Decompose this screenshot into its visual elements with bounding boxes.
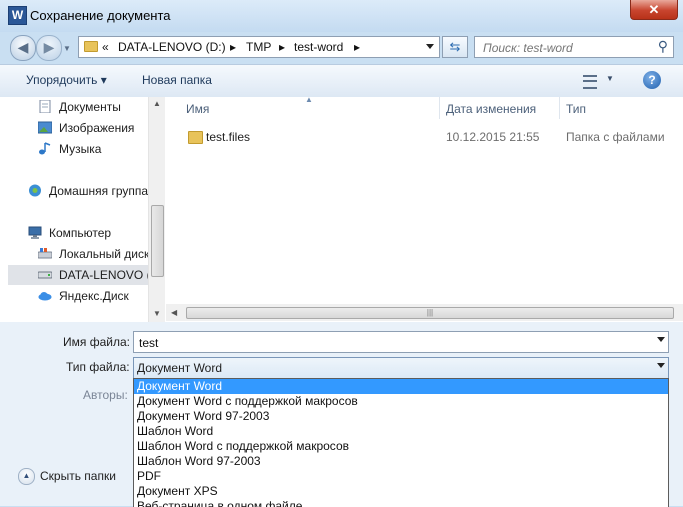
breadcrumb-separator[interactable]: ▸ bbox=[230, 40, 236, 54]
filename-input[interactable] bbox=[137, 333, 641, 353]
scrollbar-thumb[interactable] bbox=[151, 205, 164, 277]
column-header-name[interactable]: Имя bbox=[186, 102, 209, 116]
nav-item-music[interactable]: Музыка bbox=[8, 139, 148, 159]
nav-item-yandex-disk[interactable]: Яндекс.Диск bbox=[8, 286, 148, 306]
column-header-date[interactable]: Дата изменения bbox=[446, 102, 536, 116]
authors-label: Авторы: bbox=[83, 388, 128, 402]
filetype-option[interactable]: Документ Word с поддержкой макросов bbox=[134, 394, 668, 409]
file-name[interactable]: test.files bbox=[206, 130, 250, 144]
filetype-selected-value: Документ Word bbox=[137, 361, 223, 375]
nav-item-label: Изображения bbox=[59, 121, 135, 135]
nav-item-label: Локальный диск bbox=[59, 247, 148, 261]
file-list-horizontal-scrollbar[interactable]: ◀ ||| bbox=[166, 304, 683, 321]
nav-item-label: Музыка bbox=[59, 142, 102, 156]
file-type: Папка с файлами bbox=[566, 130, 665, 144]
search-icon[interactable]: ⚲ bbox=[658, 38, 668, 55]
address-dropdown-icon[interactable] bbox=[426, 44, 434, 49]
column-divider[interactable] bbox=[559, 97, 560, 119]
filetype-select[interactable]: Документ Word bbox=[133, 357, 669, 379]
scrollbar-thumb[interactable]: ||| bbox=[186, 307, 674, 319]
sort-ascending-icon: ▲ bbox=[305, 95, 313, 104]
organize-button[interactable]: Упорядочить ▾ bbox=[26, 73, 107, 87]
new-folder-button[interactable]: Новая папка bbox=[142, 73, 212, 87]
window-title: Сохранение документа bbox=[30, 8, 171, 23]
column-header-type[interactable]: Тип bbox=[566, 102, 586, 116]
filetype-option[interactable]: Документ Word bbox=[134, 379, 668, 394]
breadcrumb-tmp[interactable]: TMP bbox=[246, 40, 271, 54]
filetype-option[interactable]: Шаблон Word bbox=[134, 424, 668, 439]
file-date: 10.12.2015 21:55 bbox=[446, 130, 540, 144]
nav-pane-scrollbar[interactable]: ▲ ▼ bbox=[148, 97, 165, 322]
nav-item-pictures[interactable]: Изображения bbox=[8, 118, 148, 138]
filetype-option[interactable]: Шаблон Word 97-2003 bbox=[134, 454, 668, 469]
homegroup-icon bbox=[28, 184, 42, 197]
nav-item-local-disk[interactable]: Локальный диск bbox=[8, 244, 148, 264]
filename-field[interactable] bbox=[133, 331, 669, 353]
drive-icon bbox=[37, 268, 53, 281]
nav-item-computer[interactable]: Компьютер bbox=[8, 223, 148, 243]
breadcrumb-test-word[interactable]: test-word bbox=[294, 40, 343, 54]
nav-item-data-lenovo[interactable]: DATA-LENOVO ( bbox=[8, 265, 148, 285]
refresh-button[interactable]: ⇆ bbox=[442, 36, 468, 58]
command-toolbar: Упорядочить ▾ Новая папка ▼ ? bbox=[0, 64, 683, 98]
nav-item-label: Компьютер bbox=[49, 226, 112, 240]
search-box[interactable]: ⚲ bbox=[474, 36, 674, 58]
filetype-label: Тип файла: bbox=[66, 360, 130, 374]
filename-label: Имя файла: bbox=[63, 335, 130, 349]
nav-item-label: DATA-LENOVO ( bbox=[59, 268, 148, 282]
filetype-option[interactable]: Шаблон Word с поддержкой макросов bbox=[134, 439, 668, 454]
title-bar: W Сохранение документа ✕ bbox=[0, 0, 683, 32]
search-input[interactable] bbox=[481, 38, 645, 58]
column-divider[interactable] bbox=[439, 97, 440, 119]
word-app-icon: W bbox=[8, 6, 27, 25]
hide-folders-label: Скрыть папки bbox=[40, 469, 116, 483]
filename-dropdown-icon[interactable] bbox=[657, 337, 665, 342]
nav-item-label: Домашняя группа bbox=[49, 184, 148, 198]
pictures-icon bbox=[37, 121, 53, 134]
scroll-left-icon[interactable]: ◀ bbox=[171, 308, 177, 317]
nav-item-label: Яндекс.Диск bbox=[59, 289, 129, 303]
collapse-icon: ▲ bbox=[18, 468, 35, 485]
folder-icon bbox=[188, 131, 203, 144]
folder-icon bbox=[84, 41, 98, 52]
breadcrumb-separator[interactable]: ▸ bbox=[279, 40, 285, 54]
documents-icon bbox=[38, 99, 52, 114]
cloud-icon bbox=[38, 289, 52, 302]
back-button[interactable]: ◀ bbox=[10, 35, 36, 61]
nav-item-homegroup[interactable]: Домашняя группа bbox=[8, 181, 148, 201]
close-button[interactable]: ✕ bbox=[630, 0, 678, 20]
navigation-pane: Документы Изображения Музыка Домашняя гр… bbox=[8, 97, 148, 322]
recent-pages-dropdown-icon[interactable]: ▼ bbox=[63, 44, 71, 53]
music-icon bbox=[38, 142, 52, 155]
forward-button[interactable]: ▶ bbox=[36, 35, 62, 61]
filetype-dropdown-list: Документ Word Документ Word с поддержкой… bbox=[133, 378, 669, 507]
nav-item-documents[interactable]: Документы bbox=[8, 97, 148, 117]
filetype-option[interactable]: Документ Word 97-2003 bbox=[134, 409, 668, 424]
breadcrumb-overflow[interactable]: « bbox=[102, 40, 109, 54]
filetype-option[interactable]: Документ XPS bbox=[134, 484, 668, 499]
breadcrumb-drive[interactable]: DATA-LENOVO (D:) bbox=[118, 40, 226, 54]
address-bar[interactable]: « DATA-LENOVO (D:) ▸ TMP ▸ test-word ▸ bbox=[78, 36, 440, 58]
view-dropdown-icon[interactable]: ▼ bbox=[606, 74, 614, 83]
filetype-dropdown-icon[interactable] bbox=[657, 363, 665, 368]
nav-item-label: Документы bbox=[59, 100, 121, 114]
scroll-up-icon[interactable]: ▲ bbox=[153, 99, 161, 108]
filetype-option[interactable]: PDF bbox=[134, 469, 668, 484]
computer-icon bbox=[28, 226, 42, 239]
scroll-down-icon[interactable]: ▼ bbox=[153, 309, 161, 318]
breadcrumb-separator[interactable]: ▸ bbox=[354, 40, 360, 54]
local-disk-icon bbox=[37, 247, 53, 260]
help-button[interactable]: ? bbox=[643, 71, 661, 89]
view-options-icon[interactable] bbox=[583, 75, 597, 89]
